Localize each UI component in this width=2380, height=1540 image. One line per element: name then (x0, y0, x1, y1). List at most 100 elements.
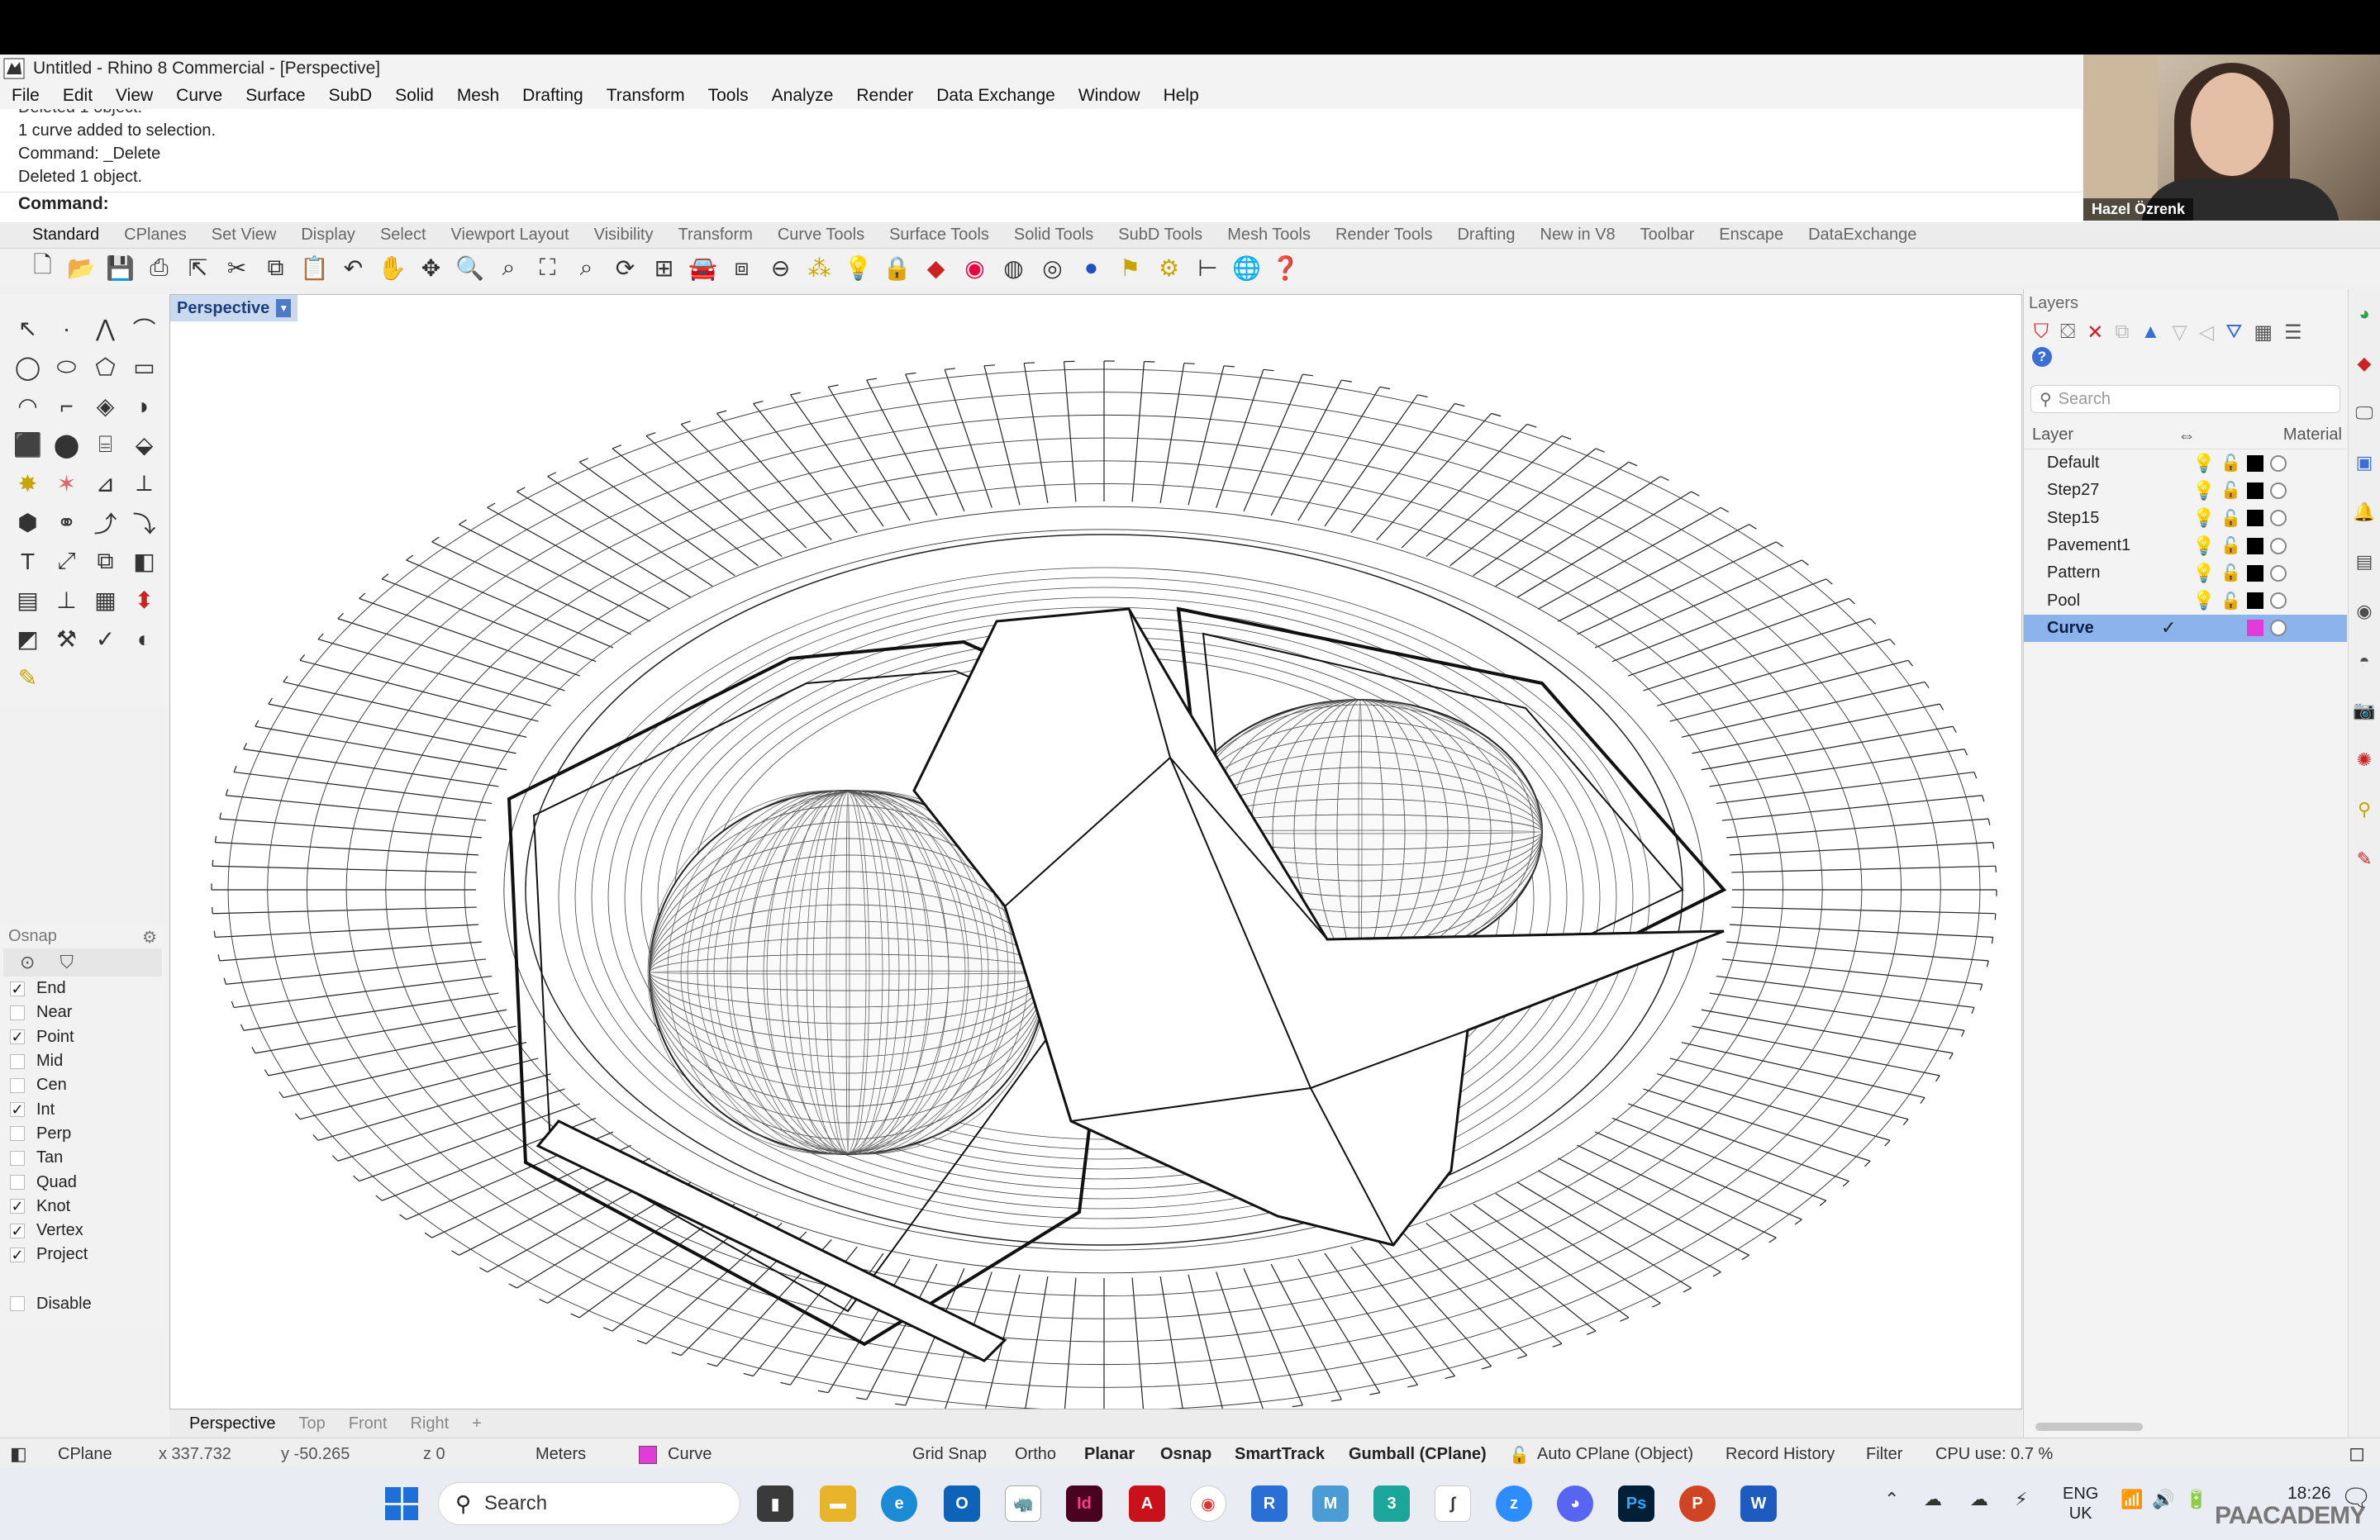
hatch-icon[interactable]: ▤ (8, 581, 47, 620)
language-indicator[interactable]: ENG UK (2063, 1484, 2098, 1523)
move-view-icon[interactable]: ✥ (412, 250, 450, 286)
layer-material-icon[interactable] (2270, 510, 2287, 527)
grid-array-icon[interactable]: ▦ (86, 581, 125, 620)
toolbar-tab-set-view[interactable]: Set View (199, 226, 289, 245)
layer-row-pavement1[interactable]: Pavement1 💡 🔓 (2024, 532, 2347, 559)
layers-menu-icon[interactable]: ☰ (2284, 321, 2302, 345)
layer-color-swatch[interactable] (2247, 454, 2263, 472)
osnap-cen[interactable]: Cen (0, 1073, 165, 1097)
dimension-icon[interactable]: ⊢ (1188, 250, 1227, 286)
surface-icon[interactable]: ◈ (86, 387, 125, 425)
photoshop-icon[interactable]: Ps (1618, 1485, 1654, 1522)
units-label[interactable]: Meters (536, 1445, 586, 1464)
tray-network-icon[interactable]: ⚡ (2015, 1489, 2027, 1510)
unlock-icon[interactable]: 🔓 (2221, 453, 2241, 473)
menu-transform[interactable]: Transform (595, 86, 697, 106)
paste-icon[interactable]: 📋 (295, 250, 334, 286)
tray-chevron-up-icon[interactable]: ⌃ (1884, 1489, 1899, 1510)
offset-icon[interactable]: ⤴ (86, 503, 125, 542)
new-file-icon[interactable]: 🗋 (23, 250, 62, 286)
cylinder-icon[interactable]: ⌸ (86, 425, 125, 464)
taskbar-search-input[interactable]: ⚲ Search (438, 1482, 740, 1525)
toolbar-tab-solid-tools[interactable]: Solid Tools (1002, 226, 1106, 245)
rectangle-icon[interactable]: ▭ (125, 348, 164, 387)
osnap-checkbox[interactable] (10, 1053, 25, 1069)
discord-icon[interactable]: ◕ (1557, 1485, 1593, 1522)
current-layer-label[interactable]: Curve (668, 1445, 712, 1464)
visibility-bulb-icon[interactable]: 💡 (2192, 535, 2215, 557)
visibility-bulb-icon[interactable]: 💡 (2192, 507, 2215, 529)
osnap-target-icon[interactable]: ⊙ (20, 952, 35, 973)
join-icon[interactable]: ⚭ (47, 503, 86, 542)
osnap-checkbox[interactable] (10, 1175, 25, 1191)
layer-row-default[interactable]: Default 💡 🔓 (2024, 449, 2347, 477)
layer-row-step15[interactable]: Step15 💡 🔓 (2024, 505, 2347, 532)
layer-properties-icon[interactable]: ◆ (916, 250, 955, 286)
arc-icon[interactable]: ◠ (8, 387, 47, 425)
layer-name[interactable]: Step27 (2047, 481, 2099, 500)
menu-edit[interactable]: Edit (51, 86, 104, 106)
osnap-checkbox[interactable]: ✓ (10, 1247, 25, 1262)
layer-material-icon[interactable] (2270, 537, 2287, 554)
new-layer-icon[interactable]: ⛉ (2034, 321, 2049, 344)
circle-icon[interactable]: ◯ (8, 348, 47, 387)
osnap-disable-checkbox[interactable] (10, 1296, 25, 1312)
osnap-vertex[interactable]: ✓ Vertex (0, 1219, 165, 1243)
mesh-icon[interactable]: ⬢ (8, 503, 47, 542)
menu-data-exchange[interactable]: Data Exchange (925, 86, 1067, 106)
tray-onedrive-icon[interactable]: ☁ (1970, 1489, 1988, 1510)
layer-color-swatch[interactable] (2247, 537, 2263, 554)
osnap-checkbox[interactable] (10, 1150, 25, 1166)
explode-icon[interactable]: ✶ (47, 464, 86, 503)
auto-cplane-toggle[interactable]: Auto CPlane (Object) (1537, 1445, 1693, 1464)
view-tab-perspective[interactable]: Perspective (178, 1414, 288, 1433)
osnap-checkbox[interactable]: ✓ (10, 981, 25, 996)
toolbar-tab-display[interactable]: Display (288, 226, 368, 245)
layer-color-swatch[interactable] (2247, 620, 2263, 637)
pencil-icon[interactable]: ✎ (8, 658, 47, 697)
menu-help[interactable]: Help (1152, 86, 1211, 106)
polygon-icon[interactable]: ⬠ (86, 348, 125, 387)
layers-tab-icon[interactable]: ◆ (2349, 339, 2380, 388)
save-icon[interactable]: 💾 (101, 250, 140, 286)
toolbar-tab-subd-tools[interactable]: SubD Tools (1106, 226, 1215, 245)
menu-drafting[interactable]: Drafting (511, 86, 595, 106)
properties-icon[interactable]: ◕ (2349, 289, 2380, 339)
osnap-mid[interactable]: Mid (0, 1049, 165, 1073)
wifi-icon[interactable]: 📶 (2121, 1489, 2143, 1510)
gumball-toggle[interactable]: Gumball (CPlane) (1349, 1445, 1487, 1464)
unlock-icon[interactable]: 🔓 (2221, 591, 2241, 611)
acrobat-icon[interactable]: A (1129, 1485, 1165, 1522)
osnap-quad[interactable]: Quad (0, 1170, 165, 1194)
autodesk-m-icon[interactable]: M (1312, 1485, 1349, 1522)
3dsmax-icon[interactable]: 3 (1373, 1485, 1410, 1522)
osnap-checkbox[interactable] (10, 1005, 25, 1020)
car-icon[interactable]: 🚘 (683, 250, 722, 286)
ortho-toggle[interactable]: Ortho (1015, 1445, 1056, 1464)
shell-icon[interactable]: ◩ (8, 620, 47, 658)
named-views-icon[interactable]: ▤ (2349, 537, 2380, 587)
display-icon[interactable]: 🖵 (2349, 388, 2380, 438)
layer-material-icon[interactable] (2270, 620, 2287, 637)
toolbar-tab-viewport-layout[interactable]: Viewport Layout (439, 226, 582, 245)
menu-file[interactable]: File (0, 86, 51, 106)
layer-color-swatch[interactable] (2247, 592, 2263, 610)
help-icon[interactable]: ❓ (1266, 250, 1305, 286)
delete-layer-icon[interactable]: ✕ (2087, 321, 2103, 345)
command-prompt[interactable]: Command: (0, 192, 2082, 216)
current-layer-swatch[interactable] (639, 1446, 657, 1464)
shaded-sphere-icon[interactable]: ◎ (1033, 250, 1072, 286)
menu-mesh[interactable]: Mesh (445, 86, 511, 106)
pencil-tab-icon[interactable]: ✎ (2349, 834, 2380, 884)
select-points-icon[interactable]: ⁂ (800, 250, 839, 286)
settings-gear-icon[interactable]: ⚙ (1150, 250, 1188, 286)
powerpoint-icon[interactable]: P (1679, 1485, 1716, 1522)
lock-icon[interactable]: 🔒 (878, 250, 916, 286)
move-down-icon[interactable]: ▽ (2172, 321, 2187, 345)
viewport-title-tab[interactable]: Perspective ▼ (170, 295, 298, 321)
ellipse-icon[interactable]: ⬭ (47, 348, 86, 387)
menu-solid[interactable]: Solid (383, 86, 445, 106)
layers-horizontal-scrollbar[interactable] (2035, 1423, 2143, 1431)
layer-material-icon[interactable] (2270, 454, 2287, 472)
toolbar-tab-visibility[interactable]: Visibility (582, 226, 666, 245)
